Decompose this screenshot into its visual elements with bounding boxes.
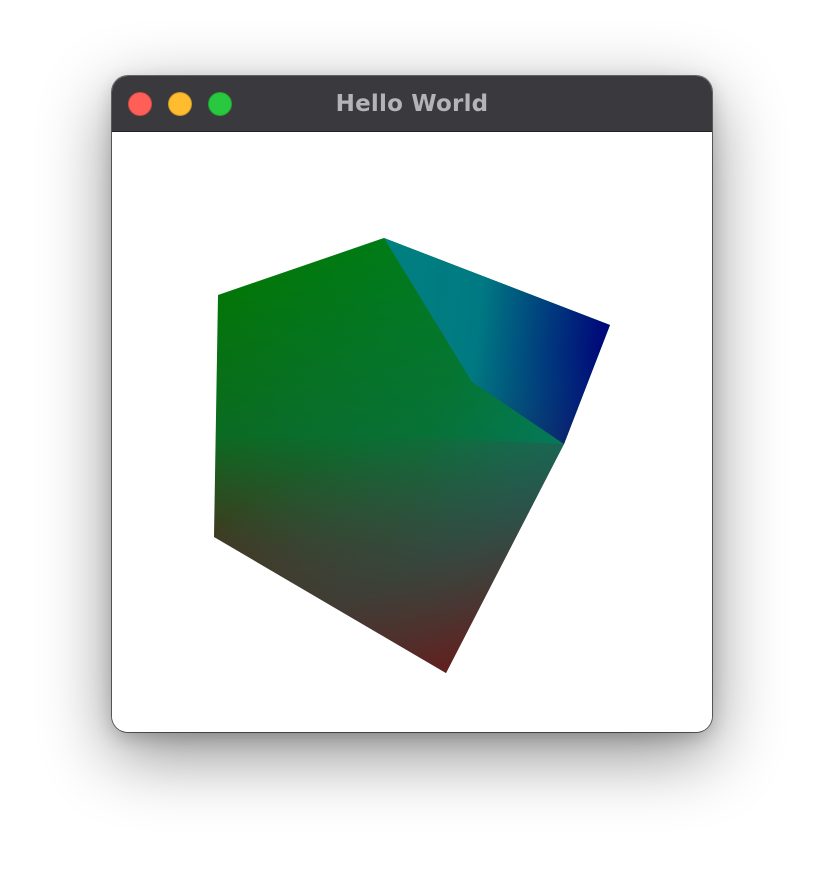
desktop-background: Hello World — [0, 0, 824, 880]
render-canvas[interactable] — [112, 132, 712, 732]
window-title: Hello World — [335, 91, 489, 117]
window-titlebar[interactable]: Hello World — [112, 76, 712, 132]
color-cube-viewport — [214, 238, 610, 673]
app-window[interactable]: Hello World — [112, 76, 712, 732]
